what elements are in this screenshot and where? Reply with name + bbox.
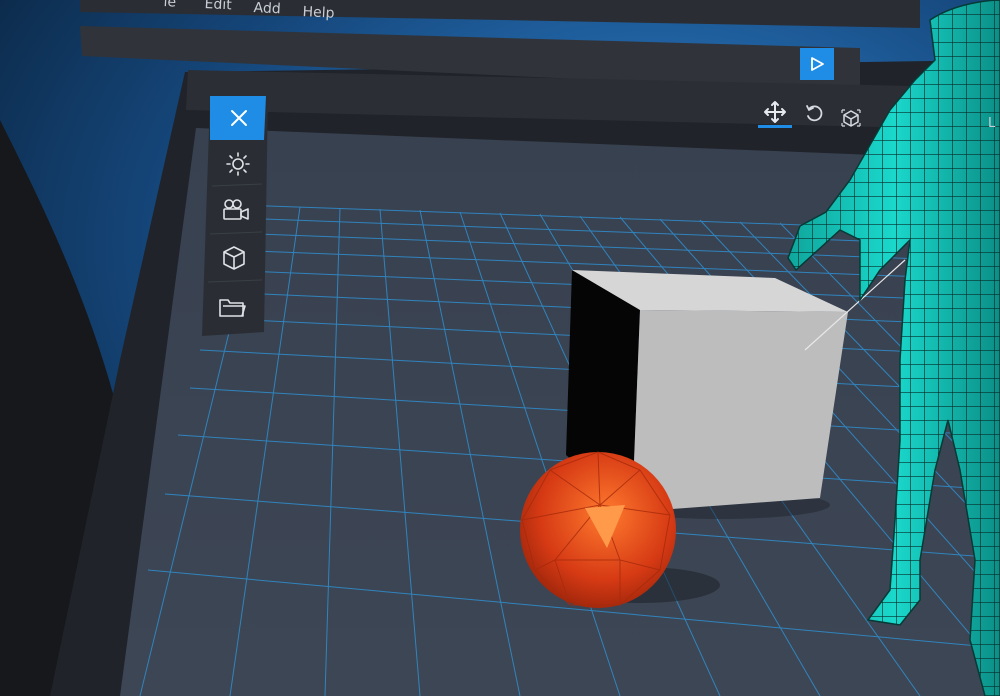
- menu-file[interactable]: le: [163, 0, 176, 11]
- folder-tool-button[interactable]: [202, 286, 262, 328]
- sphere-object[interactable]: [520, 451, 676, 608]
- camera-icon: [223, 199, 249, 220]
- truncated-panel-label: L: [988, 116, 996, 131]
- active-tool-indicator: [758, 125, 792, 128]
- sun-icon: [226, 152, 250, 176]
- close-tool-button[interactable]: [212, 96, 266, 140]
- light-tool-button[interactable]: [212, 144, 264, 184]
- scale-cube-icon: [841, 109, 861, 127]
- menu-edit[interactable]: Edit: [204, 0, 232, 13]
- rotate-tool-button[interactable]: [798, 98, 832, 130]
- camera-tool-button[interactable]: [208, 190, 264, 230]
- menu-add[interactable]: Add: [253, 0, 281, 17]
- move-arrows-icon: [764, 101, 786, 123]
- scale-tool-button[interactable]: [834, 102, 868, 134]
- folder-icon: [219, 299, 246, 317]
- object-tool-button[interactable]: [206, 238, 262, 278]
- play-icon: [811, 57, 824, 71]
- cube-icon: [223, 246, 245, 270]
- close-icon: [231, 110, 247, 126]
- menu-help[interactable]: Help: [302, 4, 335, 22]
- move-tool-button[interactable]: [756, 96, 794, 128]
- play-button[interactable]: [800, 48, 834, 80]
- rotate-icon: [806, 105, 823, 122]
- side-tool-panel: [168, 96, 268, 346]
